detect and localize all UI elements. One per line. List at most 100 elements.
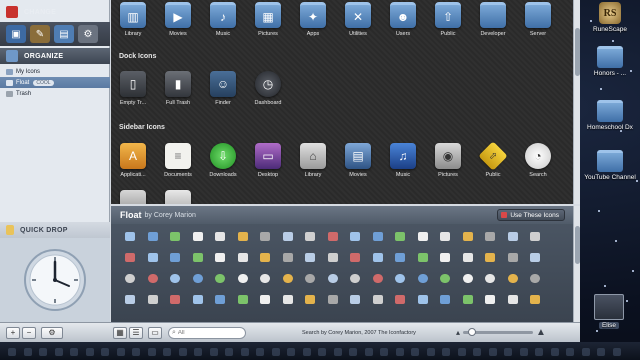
icon-thumbnail[interactable] — [170, 253, 180, 262]
scroll-thumb[interactable] — [575, 226, 580, 264]
icon-thumbnail[interactable] — [170, 295, 180, 304]
dock-item[interactable] — [426, 348, 435, 356]
dock-item[interactable] — [318, 348, 326, 356]
dock-item[interactable] — [612, 348, 621, 356]
dock-item[interactable] — [39, 348, 47, 356]
search-icon-cell[interactable]: ◔ Search — [516, 143, 560, 178]
icon-thumbnail[interactable] — [530, 232, 540, 241]
icon-thumbnail[interactable] — [462, 295, 473, 304]
developer-folder[interactable]: Developer — [471, 2, 515, 37]
icon-thumbnail[interactable] — [485, 253, 495, 262]
icon-thumbnail[interactable] — [125, 232, 135, 241]
tools-mode-button[interactable]: ⚙ — [78, 25, 98, 43]
dock-item[interactable] — [23, 348, 32, 356]
icon-thumbnail[interactable] — [125, 295, 135, 304]
dock-item[interactable] — [287, 348, 295, 356]
dock-item[interactable] — [411, 348, 419, 356]
icon-thumbnail[interactable] — [147, 295, 158, 304]
music-icon-cell[interactable]: ♫ Music — [381, 143, 425, 178]
icon-thumbnail[interactable] — [170, 274, 180, 283]
icon-thumbnail[interactable] — [282, 232, 293, 241]
icon-thumbnail[interactable] — [372, 274, 383, 283]
dock-item[interactable] — [116, 348, 125, 356]
dock-item[interactable] — [349, 348, 357, 356]
full-trash-icon-cell[interactable]: ▮ Full Trash — [156, 71, 200, 106]
icon-thumbnail[interactable] — [305, 295, 315, 304]
dock-item[interactable] — [302, 348, 311, 356]
icon-thumbnail[interactable] — [530, 274, 540, 283]
dock-item[interactable] — [132, 348, 140, 356]
dashboard-icon-cell[interactable]: ◷ Dashboard — [246, 71, 290, 106]
icon-thumbnail[interactable] — [125, 253, 135, 262]
icon-thumbnail[interactable] — [260, 295, 270, 304]
dock-item[interactable] — [457, 348, 466, 356]
icon-thumbnail[interactable] — [215, 232, 225, 241]
zoom-slider-knob[interactable] — [467, 328, 476, 336]
icon-thumbnail[interactable] — [305, 274, 315, 283]
icon-thumbnail[interactable] — [147, 232, 158, 241]
downloads-icon-cell[interactable]: ⇩ Downloads — [201, 143, 245, 178]
finder-icon-cell[interactable]: ☺ Finder — [201, 71, 245, 106]
icon-thumbnail[interactable] — [327, 274, 338, 283]
icon-thumbnail[interactable] — [282, 253, 293, 262]
movies-folder[interactable]: ▶ Movies — [156, 2, 200, 37]
icon-thumbnail[interactable] — [417, 295, 428, 304]
icons-mode-button[interactable]: ▣ — [6, 25, 26, 43]
dock-item[interactable] — [395, 348, 404, 356]
icon-thumbnail[interactable] — [440, 274, 450, 283]
icon-thumbnail[interactable] — [305, 253, 315, 262]
dock-item[interactable] — [271, 348, 280, 356]
icon-thumbnail[interactable] — [192, 232, 203, 241]
dock-item[interactable] — [178, 348, 187, 356]
dock-item[interactable] — [194, 348, 202, 356]
icon-thumbnail[interactable] — [462, 274, 473, 283]
preview-scrollbar[interactable] — [573, 206, 580, 322]
icon-thumbnail[interactable] — [372, 232, 383, 241]
icon-thumbnail[interactable] — [215, 253, 225, 262]
dock-item[interactable] — [581, 348, 590, 356]
icon-thumbnail[interactable] — [440, 253, 450, 262]
public-folder[interactable]: ⇧ Public — [426, 2, 470, 37]
action-menu-button[interactable]: ⚙ — [41, 326, 63, 339]
library-icon-cell[interactable]: ⌂ Library — [291, 143, 335, 178]
icon-thumbnail[interactable] — [215, 274, 225, 283]
pictures-folder[interactable]: ▦ Pictures — [246, 2, 290, 37]
empty-trash-icon-cell[interactable]: ▯ Empty Tr... — [111, 71, 155, 106]
icon-thumbnail[interactable] — [125, 274, 135, 283]
dock-item[interactable] — [597, 348, 605, 356]
icon-thumbnail[interactable] — [170, 232, 180, 241]
icon-thumbnail[interactable] — [530, 253, 540, 262]
icon-thumbnail[interactable] — [350, 295, 360, 304]
icon-thumbnail[interactable] — [305, 232, 315, 241]
dock-item[interactable] — [442, 348, 450, 356]
icon-thumbnail[interactable] — [147, 274, 158, 283]
dock-item[interactable] — [101, 348, 109, 356]
documents-icon-cell[interactable]: ≡ Documents — [156, 143, 200, 178]
icon-thumbnail[interactable] — [485, 232, 495, 241]
scroll-thumb[interactable] — [575, 28, 580, 76]
sidebar-item-trash[interactable]: Trash — [0, 88, 110, 99]
icon-thumbnail[interactable] — [350, 253, 360, 262]
icon-thumbnail[interactable] — [237, 253, 248, 262]
icon-thumbnail[interactable] — [282, 274, 293, 283]
icon-thumbnail[interactable] — [507, 232, 518, 241]
sidebar-item-float[interactable]: Float COOL — [0, 77, 110, 88]
utilities-folder[interactable]: ✕ Utilities — [336, 2, 380, 37]
desktop-item-homeschool[interactable]: Homeschool Dx — [582, 100, 638, 131]
zoom-slider[interactable] — [462, 328, 533, 336]
icon-thumbnail[interactable] — [237, 232, 248, 241]
dock-item[interactable] — [147, 348, 156, 356]
dock-item[interactable] — [364, 348, 373, 356]
icon-thumbnail[interactable] — [372, 295, 383, 304]
icon-thumbnail[interactable] — [440, 232, 450, 241]
dock-item[interactable] — [380, 348, 388, 356]
icon-thumbnail[interactable] — [327, 295, 338, 304]
dock-item[interactable] — [519, 348, 528, 356]
grid-view-button[interactable]: ▦ — [113, 326, 127, 339]
users-folder[interactable]: ☻ Users — [381, 2, 425, 37]
icon-thumbnail[interactable] — [192, 274, 203, 283]
movies-icon-cell[interactable]: ▤ Movies — [336, 143, 380, 178]
dock-item[interactable] — [209, 348, 218, 356]
icon-thumbnail[interactable] — [507, 253, 518, 262]
dock-item[interactable] — [473, 348, 481, 356]
